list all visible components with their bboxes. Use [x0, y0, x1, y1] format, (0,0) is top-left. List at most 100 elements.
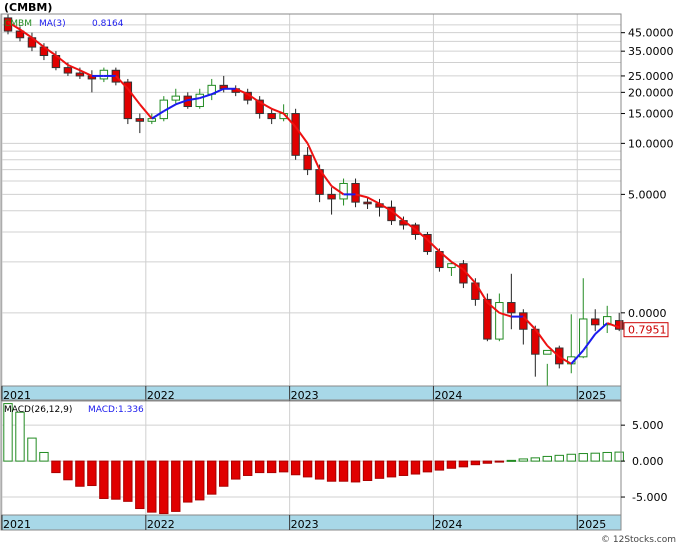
- price-candles: [3, 14, 624, 386]
- price-y-tick-label: 25.0000: [628, 70, 674, 83]
- macd-bar: [422, 460, 433, 473]
- macd-bar: [602, 451, 612, 462]
- macd-bar: [386, 460, 397, 478]
- last-price-label: 0.7951: [628, 324, 667, 337]
- macd-bar: [458, 460, 469, 468]
- candle-body: [543, 349, 552, 355]
- price-y-tick-label: 15.0000: [628, 108, 674, 121]
- macd-bar: [195, 460, 205, 501]
- watermark: © 12Stocks.com: [601, 535, 676, 545]
- macd-bar: [135, 460, 145, 510]
- ma-line-segment: [271, 107, 285, 115]
- macd-bar: [410, 460, 421, 475]
- macd-legend: MACD(26,12,9) MACD:1.336: [4, 405, 144, 415]
- price-legend: CMBM MA(3) 0.8164: [4, 19, 124, 29]
- macd-bar: [207, 460, 217, 495]
- macd-bar: [434, 460, 445, 471]
- macd-bar: [219, 460, 229, 487]
- macd-legend-value: MACD:1.336: [88, 405, 144, 415]
- macd-bar: [51, 460, 61, 474]
- candle-body: [339, 182, 348, 200]
- macd-bar: [398, 460, 409, 476]
- price-y-tick-label: 35.0000: [628, 45, 674, 58]
- macd-y-tick-label: 0.000: [632, 455, 664, 468]
- macd-bar: [290, 460, 301, 476]
- macd-bar: [147, 460, 157, 513]
- macd-bar: [183, 460, 193, 503]
- macd-bar: [530, 457, 541, 462]
- candle-body: [303, 154, 312, 171]
- price-y-tick-label: 10.0000: [628, 137, 674, 150]
- macd-bar: [39, 451, 49, 462]
- macd-bar: [266, 460, 277, 474]
- macd-bar: [242, 460, 253, 476]
- macd-bar: [314, 460, 325, 480]
- candle-body: [591, 318, 600, 326]
- price-y-tick-label: 20.0000: [628, 86, 674, 99]
- candle-body: [75, 72, 85, 77]
- macd-bar: [171, 460, 181, 512]
- candle-body: [519, 312, 528, 330]
- candle-body: [63, 67, 73, 74]
- macd-bar: [374, 460, 385, 479]
- candle-body: [507, 302, 516, 314]
- macd-x-axis-tick-label: 2025: [578, 518, 606, 531]
- candle-body: [267, 113, 276, 120]
- macd-x-axis-tick-label: 2022: [147, 518, 175, 531]
- macd-bar: [446, 460, 457, 469]
- stock-chart: (CMBM) 45.0000 35.0000 25.0000 20.0000 15.00…: [0, 1, 676, 545]
- candle-body: [171, 95, 180, 101]
- price-y-tick-label: 5.0000: [628, 188, 667, 201]
- macd-bar: [614, 451, 624, 462]
- macd-bar: [566, 453, 576, 462]
- macd-y-tick-label: 5.000: [632, 419, 664, 432]
- candle-body: [363, 201, 372, 205]
- candle-body: [614, 320, 624, 330]
- macd-bar: [578, 453, 588, 462]
- macd-bar: [278, 460, 289, 473]
- candle-body: [351, 182, 360, 203]
- macd-bar: [518, 458, 529, 462]
- macd-x-axis-tick-label: 2024: [434, 518, 462, 531]
- macd-bar: [506, 459, 517, 462]
- macd-bar: [159, 460, 169, 515]
- macd-bar: [302, 460, 313, 478]
- candle-body: [495, 302, 504, 340]
- macd-bar: [326, 460, 337, 482]
- candle-body: [195, 93, 204, 108]
- macd-x-axis-tick-label: 2023: [291, 518, 319, 531]
- macd-bar: [590, 452, 600, 462]
- macd-y-tick-label: -5.000: [632, 491, 667, 504]
- macd-panel-frame: [0, 399, 622, 516]
- macd-bar: [123, 460, 133, 502]
- macd-bar: [482, 460, 493, 464]
- price-panel-frame: [0, 13, 622, 387]
- candle-body: [135, 118, 145, 122]
- macd-bar: [542, 455, 552, 462]
- legend-ticker: CMBM: [4, 19, 32, 29]
- macd-bar: [99, 460, 109, 499]
- macd-bar: [494, 460, 505, 463]
- price-y-tick-label: 0.0000: [628, 307, 667, 320]
- candle-body: [327, 193, 336, 200]
- axes: 45.0000 35.0000 25.0000 20.0000 15.0000 10.00…: [0, 13, 674, 531]
- macd-bar: [470, 460, 481, 466]
- price-y-tick-label: 45.0000: [628, 27, 674, 40]
- macd-bar: [350, 460, 361, 483]
- legend-ma-label: MA(3): [39, 19, 66, 29]
- macd-bar: [27, 437, 37, 462]
- macd-bar: [338, 460, 349, 482]
- macd-bar: [231, 460, 241, 480]
- candle-body: [99, 69, 109, 80]
- macd-bar: [111, 460, 121, 500]
- price-grid: [1, 14, 621, 515]
- macd-legend-label: MACD(26,12,9): [4, 405, 72, 415]
- macd-bar: [87, 460, 97, 487]
- candle-body: [291, 113, 300, 156]
- macd-bar: [254, 460, 265, 474]
- macd-bar: [15, 411, 25, 462]
- macd-bar: [554, 454, 564, 462]
- macd-bar: [362, 460, 373, 481]
- symbol-title: (CMBM): [4, 1, 52, 14]
- macd-bar: [63, 460, 73, 481]
